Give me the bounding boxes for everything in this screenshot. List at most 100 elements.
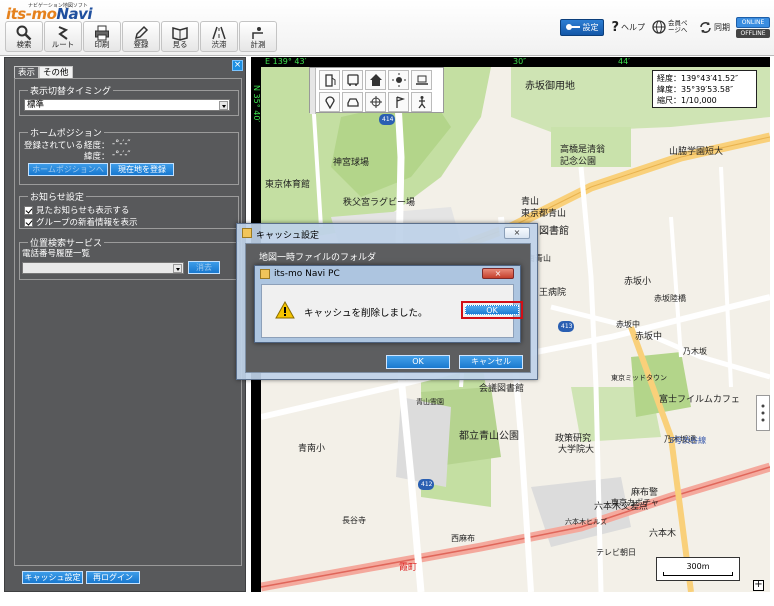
poi-gas-station-button[interactable] [319,70,340,90]
poi-category-bar [309,67,444,114]
map-label: テレビ朝日 [596,548,636,557]
display-timing-title: 表示切替タイミング [28,84,114,97]
settings-label: 設定 [582,22,599,32]
longitude-ruler-label: E 139° 43′ [265,57,307,66]
chevron-down-icon[interactable] [219,101,228,110]
map-label: 西麻布 [451,534,475,543]
poi-walking-button[interactable] [411,92,432,112]
coordinate-longitude: 経度：139°43′41.52″ [657,74,739,83]
map-label: 東京ミッドタウン [611,374,667,382]
main-toolbar: 検索 ルート 印刷 登録 見る 渋滞 計測 [5,21,278,52]
help-button[interactable]: ? ヘルプ [611,20,645,35]
group-news-checkbox[interactable]: グループの新着情報を表示 [24,216,138,228]
homepage-button[interactable]: 会員ページへ [652,20,692,34]
route-button[interactable]: ルート [44,21,82,52]
map-label: 会議図書館 [479,384,525,394]
latitude-label: 緯度： [84,152,110,162]
map-label: 東京都青山 [521,209,567,219]
tab-other-content: 表示切替タイミング 標準 ホームポジション 登録されている 経度： -°-′-″… [14,78,242,566]
checkbox-checked-icon[interactable] [24,217,33,227]
message-ok-button[interactable]: OK [461,301,523,319]
show-read-notices-checkbox[interactable]: 見たお知らせも表示する [24,204,129,216]
message-dialog-body: キャッシュを削除しました。 OK [261,284,523,338]
view-button[interactable]: 見る [161,21,199,52]
map-side-handle[interactable] [756,395,770,431]
map-label: 東京カボチャ [611,498,659,507]
drag-handle-icon[interactable] [310,68,316,114]
checkbox-checked-icon[interactable] [24,205,33,215]
sync-icon [700,21,711,33]
zoom-in-button[interactable]: + [753,580,764,591]
cache-ok-button[interactable]: OK [386,355,450,369]
longitude-ruler: E 139° 43′ 30″ 44′ [251,57,770,67]
longitude-value: -°-′-″ [112,139,131,149]
poi-golf-button[interactable] [388,92,409,112]
cache-folder-label: 地図一時ファイルのフォルダ [259,253,377,263]
print-button[interactable]: 印刷 [83,21,121,52]
dots-icon [761,404,765,422]
map-label: 大学院大 [558,445,595,455]
register-current-location-button[interactable]: 現在地を登録 [110,163,174,176]
cache-cancel-button[interactable]: キャンセル [459,355,523,369]
poi-parking-button[interactable] [319,92,340,112]
notice-settings-title: お知らせ設定 [28,190,86,203]
location-search-group: 位置検索サービス 電話番号履歴一覧 消去 [19,236,239,280]
latitude-value: -°-′-″ [112,150,131,160]
map-label: 王病院 [539,288,567,298]
message-ok-label[interactable]: OK [465,305,519,315]
wrench-icon [566,24,581,30]
weather-icon [391,73,406,87]
phone-history-select[interactable] [22,262,184,274]
search-button[interactable]: 検索 [5,21,43,52]
map-label: 青山霊園 [416,398,444,406]
traffic-button[interactable]: 渋滞 [200,21,238,52]
cache-deleted-message-dialog: its-mo Navi PC × キャッシュを削除しました。 OK [254,265,523,343]
map-scale-value: 300m [686,562,710,571]
go-home-position-button[interactable]: ホームポジションへ [28,163,108,176]
coordinate-scale: 縮尺：1/10,000 [657,96,717,105]
route-number: 412 [421,481,433,488]
laptop-icon [415,75,428,85]
map-label: 記念公園 [560,157,597,167]
poi-crosshair-button[interactable] [365,92,386,112]
golf-icon [395,96,405,108]
delete-history-button[interactable]: 消去 [188,261,220,274]
poi-weather-button[interactable] [388,70,409,90]
warning-icon [275,301,295,319]
walking-person-icon [417,96,426,109]
online-indicator[interactable]: ONLINE [736,17,770,28]
register-button[interactable]: 登録 [122,21,160,52]
display-timing-select[interactable]: 標準 [24,99,230,111]
map-label: 赤坂中 [616,320,640,329]
sync-button[interactable]: 同期 [699,21,730,34]
route-number: 413 [561,323,573,330]
cache-settings-button[interactable]: キャッシュ設定 [22,571,83,584]
settings-button[interactable]: 設定 [560,18,605,36]
pin-icon [324,96,335,109]
home-icon [369,74,382,86]
latitude-ruler-label: N 35° 40′ [252,85,261,123]
app-logo: ナビゲーション地図ソフト its-moNavi [4,2,116,23]
app-icon [242,228,252,238]
offline-indicator[interactable]: OFFLINE [736,29,770,38]
poi-bus-button[interactable] [342,70,363,90]
help-label: ヘルプ [621,22,645,32]
message-dialog-close-button[interactable]: × [482,268,514,279]
poi-cafe-button[interactable] [411,70,432,90]
poi-home-button[interactable] [365,70,386,90]
message-text: キャッシュを削除しました。 [304,308,428,319]
sync-label: 同期 [714,22,730,32]
relogin-button[interactable]: 再ログイン [86,571,140,584]
poi-car-button[interactable] [342,92,363,112]
registered-label: 登録されている [24,141,84,151]
map-scale-indicator: 300m [656,557,740,581]
panel-close-button[interactable]: × [232,60,243,71]
chevron-down-icon[interactable] [173,264,182,273]
display-timing-value: 標準 [27,100,45,110]
cache-dialog-close-button[interactable]: × [504,227,530,239]
connection-status[interactable]: ONLINE OFFLINE [736,17,770,38]
map-label: 六本木 [649,529,677,539]
measure-button[interactable]: 計測 [239,21,277,52]
homepage-label: 会員ページへ [668,19,688,34]
map-label: 長谷寺 [342,516,366,525]
